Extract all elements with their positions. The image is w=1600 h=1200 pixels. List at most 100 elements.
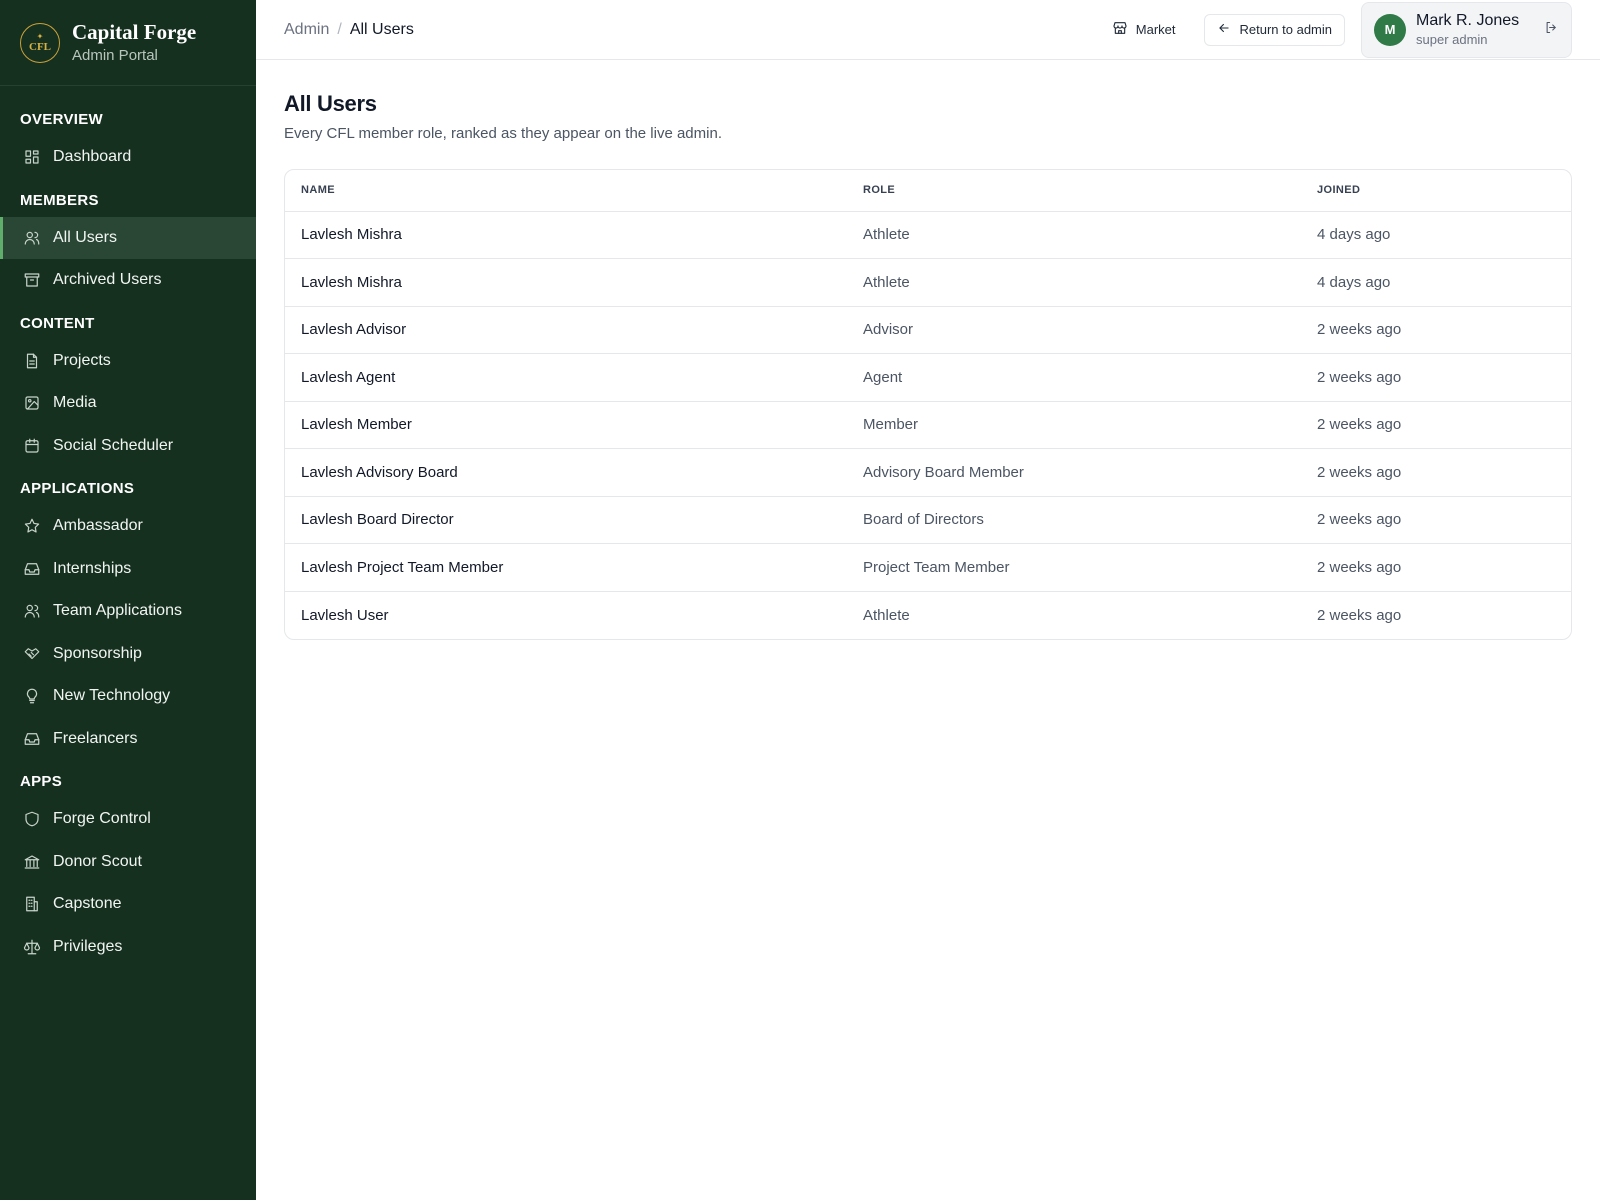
user-role: super admin <box>1416 32 1488 47</box>
page-title: All Users <box>284 91 377 116</box>
store-icon <box>1112 20 1136 39</box>
cfl-logo-icon: ✦ CFL <box>20 22 60 63</box>
bank-icon <box>22 852 42 872</box>
table-row[interactable]: Lavlesh Member Member 2 weeks ago <box>285 401 1571 449</box>
sidebar-item-new-technology[interactable]: New Technology <box>0 675 256 718</box>
table-row[interactable]: Lavlesh Advisory Board Advisory Board Mem… <box>285 448 1571 497</box>
avatar[interactable]: M <box>1374 13 1406 46</box>
sidebar-item-label: Privileges <box>53 937 123 955</box>
sidebar-item-sponsorship[interactable]: Sponsorship <box>0 633 256 676</box>
calendar-icon <box>22 436 42 456</box>
cell-name: Lavlesh Mishra <box>285 258 847 307</box>
handshake-icon <box>22 644 42 664</box>
sidebar-section-applications: APPLICATIONS <box>20 480 135 497</box>
arrow-left-icon <box>1217 21 1240 38</box>
sidebar-section-overview: OVERVIEW <box>20 111 103 128</box>
sidebar-item-label: Dashboard <box>53 148 132 166</box>
users-table-card: NAME ROLE JOINED Lavlesh Mishra Athlete 4 … <box>284 169 1572 640</box>
page-description: Every CFL member role, ranked as they ap… <box>284 125 722 142</box>
user-name: Mark R. Jones <box>1416 12 1520 29</box>
table-row[interactable]: Lavlesh Agent Agent 2 weeks ago <box>285 353 1571 402</box>
cell-joined: 2 weeks ago <box>1301 496 1571 544</box>
cell-role: Advisory Board Member <box>847 448 1301 497</box>
breadcrumb-admin[interactable]: Admin <box>284 21 329 39</box>
inbox-icon <box>22 559 42 579</box>
cell-role: Project Team Member <box>847 543 1301 592</box>
sidebar-nav: OVERVIEW Dashboard MEMBERS All Users Archive… <box>0 86 256 968</box>
file-icon <box>22 351 42 371</box>
cell-joined: 2 weeks ago <box>1301 401 1571 449</box>
sidebar-item-label: Projects <box>53 351 111 369</box>
sidebar-item-social-scheduler[interactable]: Social Scheduler <box>0 425 256 468</box>
market-label: Market <box>1135 22 1176 37</box>
cell-name: Lavlesh Mishra <box>285 211 847 259</box>
table-row[interactable]: Lavlesh Project Team Member Project Team … <box>285 543 1571 592</box>
breadcrumb-separator: / <box>337 20 342 38</box>
cell-name: Lavlesh Advisory Board <box>285 448 847 497</box>
table-row[interactable]: Lavlesh User Athlete 2 weeks ago <box>285 591 1571 639</box>
sidebar-item-freelancers[interactable]: Freelancers <box>0 718 256 761</box>
main-content: All Users Every CFL member role, ranked … <box>284 60 1572 640</box>
sidebar-item-dashboard[interactable]: Dashboard <box>0 136 256 179</box>
table-row[interactable]: Lavlesh Mishra Athlete 4 days ago <box>285 258 1571 307</box>
sidebar-item-privileges[interactable]: Privileges <box>0 926 256 969</box>
sidebar-item-team-applications[interactable]: Team Applications <box>0 590 256 633</box>
sidebar: ✦ CFL Capital Forge Admin Portal OVERVIE… <box>0 0 256 1200</box>
cell-joined: 4 days ago <box>1301 211 1571 259</box>
brand-name: Capital Forge <box>72 19 197 44</box>
sidebar-item-label: All Users <box>53 228 118 246</box>
cell-role: Member <box>847 401 1301 449</box>
cell-name: Lavlesh User <box>301 606 389 624</box>
table-row[interactable]: Lavlesh Mishra Athlete 4 days ago <box>285 211 1571 259</box>
sidebar-section-apps: APPS <box>20 773 63 790</box>
cell-joined: 2 weeks ago <box>1301 448 1571 497</box>
cell-name: Lavlesh Agent <box>285 353 847 402</box>
cell-joined: 2 weeks ago <box>1301 353 1571 402</box>
brand-text: Capital Forge Admin Portal <box>72 20 196 66</box>
cell-role: Athlete <box>847 211 1301 259</box>
column-header-joined: JOINED <box>1301 170 1571 212</box>
breadcrumb: Admin / All Users <box>284 21 414 39</box>
topbar-actions: Market Return to admin M Mark R. Jones s… <box>1112 1 1572 58</box>
sidebar-item-label: Archived Users <box>53 271 162 289</box>
sidebar-item-forge-control[interactable]: Forge Control <box>0 798 256 841</box>
sidebar-item-label: Internships <box>53 559 132 577</box>
cell-role: Board of Directors <box>847 496 1301 544</box>
sidebar-section-members: MEMBERS <box>20 191 99 209</box>
sidebar-item-internships[interactable]: Internships <box>0 548 256 591</box>
user-card: M Mark R. Jones super admin <box>1361 1 1572 58</box>
scale-icon <box>22 937 42 957</box>
cell-joined: 2 weeks ago <box>1301 306 1571 354</box>
cell-role: Athlete <box>847 258 1301 307</box>
sidebar-item-label: Freelancers <box>53 729 138 747</box>
users-table: NAME ROLE JOINED Lavlesh Mishra Athlete 4 … <box>285 170 1571 639</box>
table-row[interactable]: Lavlesh Advisor Advisor 2 weeks ago <box>285 306 1571 354</box>
cell-name: Lavlesh Advisor <box>285 306 847 354</box>
users-icon <box>22 228 42 248</box>
sidebar-item-label: New Technology <box>53 687 171 705</box>
user-info: Mark R. Jones super admin <box>1416 11 1519 48</box>
cell-role: Athlete <box>863 606 910 624</box>
return-label: Return to admin <box>1239 22 1333 37</box>
brand[interactable]: ✦ CFL Capital Forge Admin Portal <box>0 0 256 86</box>
logout-button[interactable] <box>1544 20 1559 40</box>
table-row[interactable]: Lavlesh Board Director Board of Directors… <box>285 496 1571 544</box>
sidebar-item-projects[interactable]: Projects <box>0 340 256 383</box>
sidebar-item-capstone[interactable]: Capstone <box>0 883 256 926</box>
sidebar-item-all-users[interactable]: All Users <box>0 216 256 259</box>
sidebar-item-archived-users[interactable]: Archived Users <box>0 259 256 302</box>
sidebar-item-donor-scout[interactable]: Donor Scout <box>0 841 256 884</box>
sidebar-item-media[interactable]: Media <box>0 382 256 425</box>
inbox-icon <box>22 729 42 749</box>
market-button[interactable]: Market <box>1112 20 1176 39</box>
cell-name: Lavlesh Board Director <box>285 496 847 544</box>
column-header-role: ROLE <box>847 170 1301 212</box>
sidebar-item-label: Ambassador <box>53 517 143 535</box>
sidebar-item-ambassador[interactable]: Ambassador <box>0 505 256 548</box>
table-header-row: NAME ROLE JOINED <box>285 170 1571 212</box>
lightbulb-icon <box>22 686 42 706</box>
return-to-admin-button[interactable]: Return to admin <box>1203 13 1345 46</box>
sidebar-section-content: CONTENT <box>20 314 95 332</box>
sidebar-item-label: Forge Control <box>53 810 151 828</box>
star-icon <box>22 516 42 536</box>
